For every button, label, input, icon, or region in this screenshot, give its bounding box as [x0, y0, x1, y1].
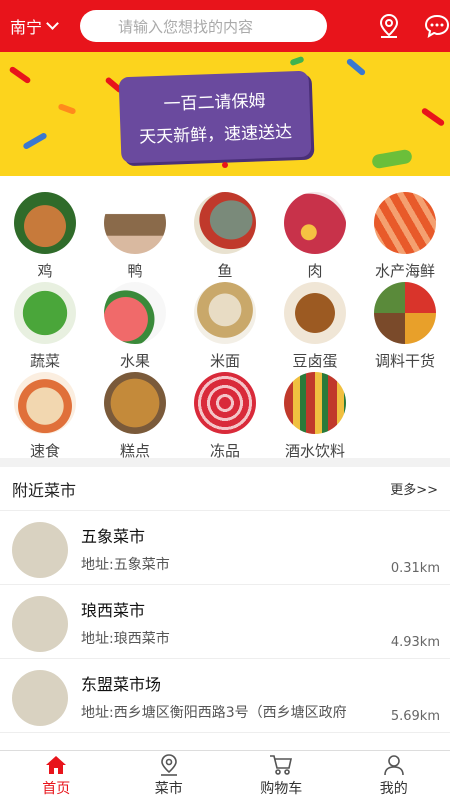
promo-banner[interactable]: 一百二请保姆 天天新鲜，速速送达 [0, 52, 450, 176]
category-spices[interactable]: 调料干货 [360, 282, 450, 371]
market-name: 五象菜市 [81, 527, 146, 546]
tab-cart[interactable]: 购物车 [225, 751, 338, 800]
category-seafood[interactable]: 水产海鲜 [360, 192, 450, 281]
top-header: 南宁 请输入您想找的内容 [0, 0, 450, 52]
more-link[interactable]: 更多>> [390, 479, 438, 498]
category-label: 水产海鲜 [374, 262, 435, 280]
meat-icon [284, 192, 346, 254]
category-label: 鸡 [37, 262, 53, 280]
drinks-icon [284, 372, 346, 434]
category-label: 糕点 [119, 442, 150, 460]
vegetable-icon [14, 282, 76, 344]
fast-food-icon [14, 372, 76, 434]
confetti [289, 55, 305, 67]
spices-icon [374, 282, 436, 344]
market-distance: 4.93km [390, 635, 440, 650]
tab-label: 首页 [42, 780, 71, 797]
search-placeholder: 请输入您想找的内容 [118, 17, 254, 36]
tab-home[interactable]: 首页 [0, 751, 113, 800]
market-distance: 5.69km [390, 709, 440, 724]
fruit-icon [104, 282, 166, 344]
confetti [22, 131, 48, 151]
city-selector[interactable]: 南宁 [10, 14, 78, 38]
market-thumbnail [12, 670, 68, 726]
tab-label: 菜市 [154, 780, 183, 797]
confetti [420, 107, 446, 127]
market-name: 琅西菜市 [81, 601, 146, 620]
bottom-tab-bar: 首页 菜市 购物车 我的 [0, 750, 450, 800]
category-label: 蔬菜 [29, 352, 60, 370]
category-rice-flour[interactable]: 米面 [180, 282, 270, 371]
message-icon[interactable] [424, 13, 450, 39]
banner-line-1: 一百二请保姆 [163, 91, 266, 115]
home-icon [46, 755, 67, 774]
tab-profile[interactable]: 我的 [338, 751, 450, 800]
confetti [8, 65, 32, 85]
category-fish[interactable]: 鱼 [180, 192, 270, 281]
category-label: 米面 [209, 352, 240, 370]
market-thumbnail [12, 596, 68, 652]
carousel-indicator[interactable] [222, 162, 228, 168]
market-item[interactable]: 琅西菜市 地址:琅西菜市 4.93km [0, 585, 450, 659]
market-address: 地址:琅西菜市 [81, 631, 170, 647]
search-input[interactable]: 请输入您想找的内容 [80, 10, 327, 42]
category-frozen[interactable]: 冻品 [180, 372, 270, 461]
category-label: 速食 [29, 442, 60, 460]
city-label: 南宁 [10, 18, 43, 37]
category-pastry[interactable]: 糕点 [90, 372, 180, 461]
market-address: 地址:五象菜市 [81, 557, 170, 573]
category-label: 鸭 [127, 262, 143, 280]
category-label: 鱼 [217, 262, 233, 280]
tab-label: 我的 [379, 780, 408, 797]
market-address: 地址:西乡塘区衡阳西路3号（西乡塘区政府 [81, 705, 347, 721]
frozen-icon [194, 372, 256, 434]
category-label: 调料干货 [374, 352, 435, 370]
market-distance: 0.31km [390, 561, 440, 576]
category-grid: 鸡 鸭 鱼 肉 水产海鲜 蔬菜 水果 米面 豆卤蛋 调料干货 速食 糕点 冻品 … [0, 176, 450, 461]
category-fast-food[interactable]: 速食 [0, 372, 90, 461]
section-title: 附近菜市 [12, 480, 77, 500]
banner-slogan-box: 一百二请保姆 天天新鲜，速速送达 [118, 70, 312, 164]
category-meat[interactable]: 肉 [270, 192, 360, 281]
category-tofu-egg[interactable]: 豆卤蛋 [270, 282, 360, 371]
market-thumbnail [12, 522, 68, 578]
chevron-down-icon [46, 17, 59, 30]
cart-icon [270, 754, 293, 775]
category-label: 冻品 [209, 442, 240, 460]
fish-icon [194, 192, 256, 254]
category-chicken[interactable]: 鸡 [0, 192, 90, 281]
duck-icon [104, 192, 166, 254]
seafood-icon [374, 192, 436, 254]
category-label: 豆卤蛋 [292, 352, 338, 370]
category-label: 肉 [307, 262, 323, 280]
chicken-icon [14, 192, 76, 254]
tofu-egg-icon [284, 282, 346, 344]
category-label: 酒水饮料 [284, 442, 345, 460]
user-icon [383, 754, 404, 775]
location-icon [160, 753, 177, 776]
pastry-icon [104, 372, 166, 434]
confetti [57, 103, 77, 115]
category-duck[interactable]: 鸭 [90, 192, 180, 281]
category-label: 水果 [119, 352, 150, 370]
category-vegetable[interactable]: 蔬菜 [0, 282, 90, 371]
tab-market[interactable]: 菜市 [113, 751, 226, 800]
nearby-markets-section: 附近菜市 更多>> 五象菜市 地址:五象菜市 0.31km 琅西菜市 地址:琅西… [0, 467, 450, 750]
market-name: 东盟菜市场 [81, 675, 162, 694]
market-item[interactable]: 五象菜市 地址:五象菜市 0.31km [0, 511, 450, 585]
category-fruit[interactable]: 水果 [90, 282, 180, 371]
category-drinks[interactable]: 酒水饮料 [270, 372, 360, 461]
location-pin-icon[interactable] [377, 13, 401, 39]
market-item[interactable]: 东盟菜市场 地址:西乡塘区衡阳西路3号（西乡塘区政府 5.69km [0, 659, 450, 733]
tab-label: 购物车 [260, 780, 303, 797]
banner-line-2: 天天新鲜，速速送达 [138, 122, 293, 148]
vegetable-decoration [371, 148, 413, 170]
rice-flour-icon [194, 282, 256, 344]
confetti [345, 57, 367, 77]
section-header: 附近菜市 更多>> [0, 467, 450, 511]
